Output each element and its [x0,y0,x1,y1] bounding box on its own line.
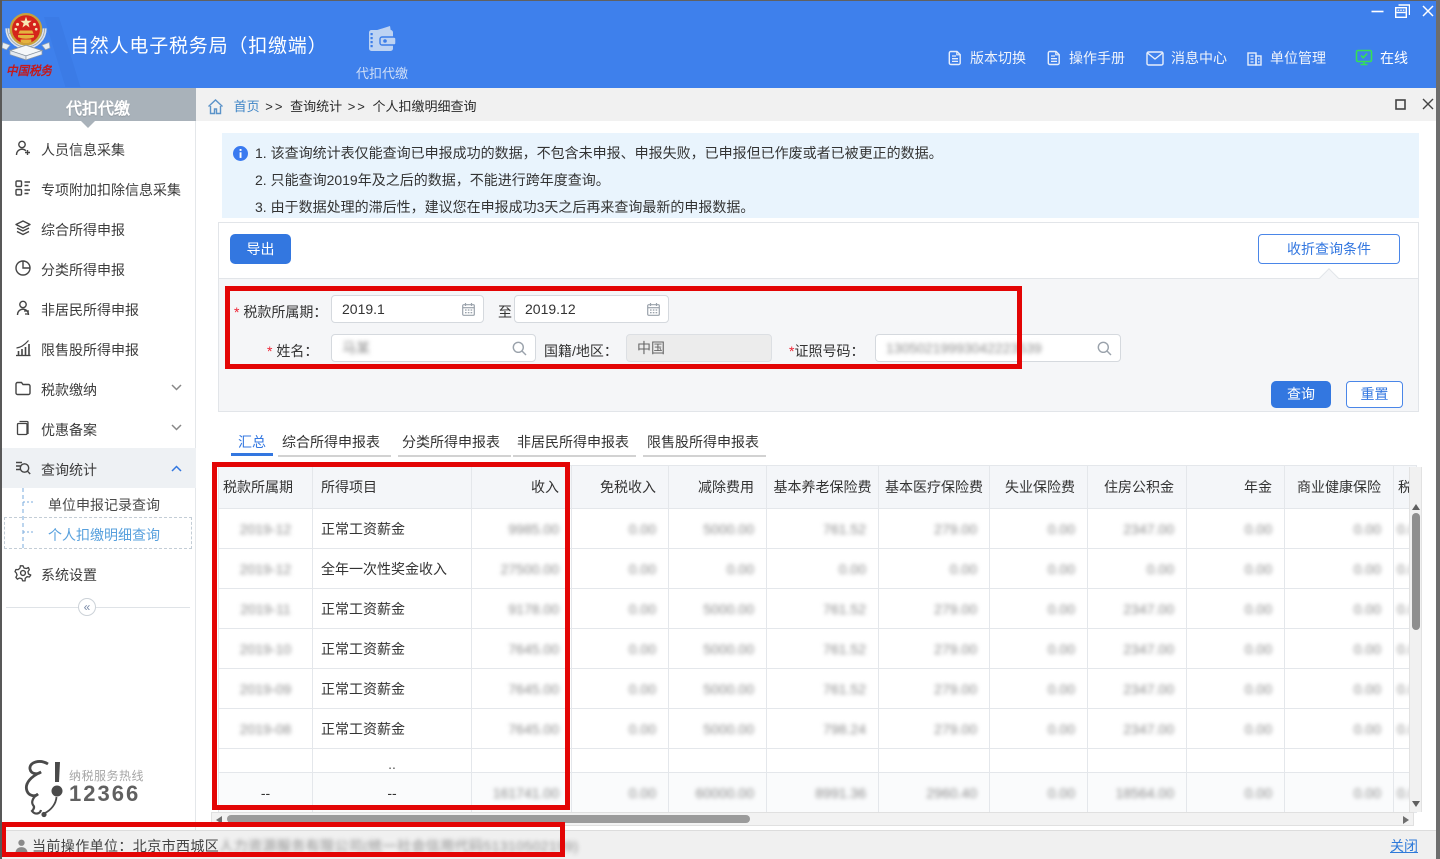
svg-text:中国税务: 中国税务 [6,64,52,78]
